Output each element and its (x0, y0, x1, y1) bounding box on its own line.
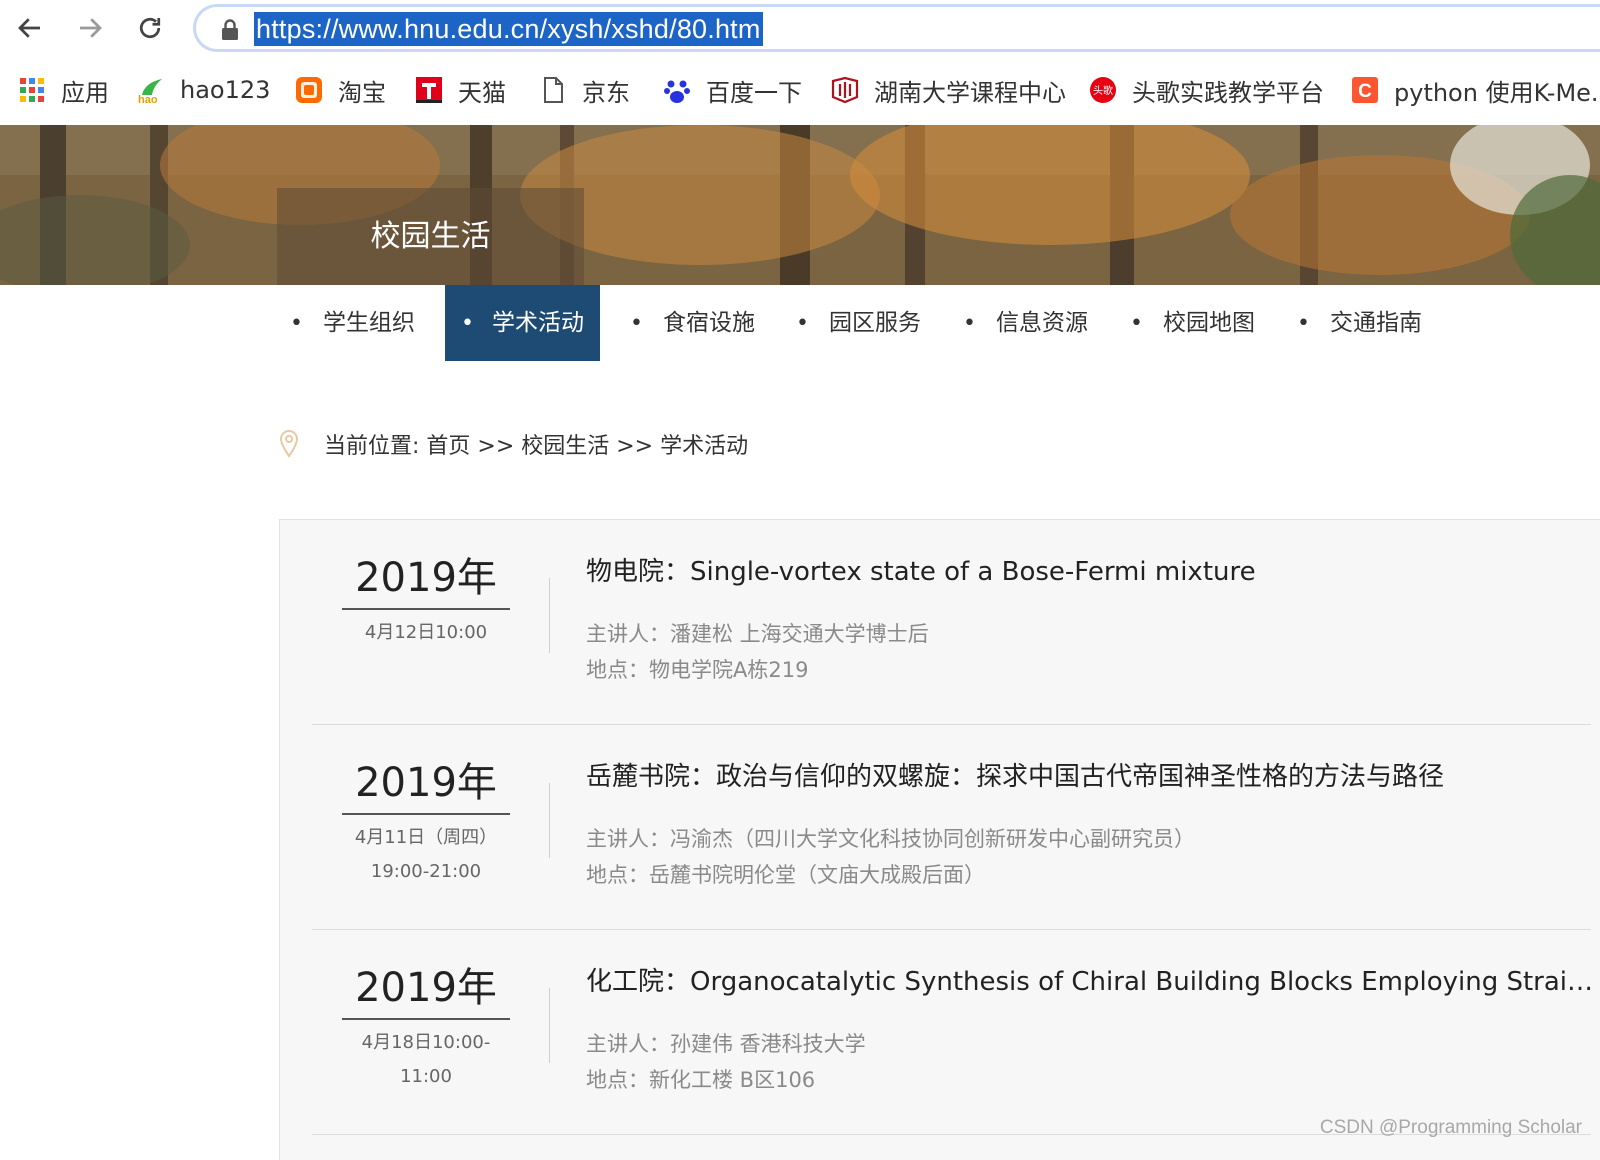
event-year: 2019年 (355, 965, 497, 1011)
sub-navigation: • 学生组织 • 学术活动 • 食宿设施 • 园区服务 • 信息资源 • 校园地图 • 交通指… (278, 285, 1478, 361)
location-pin-icon (279, 429, 299, 458)
url-text[interactable]: https://www.hnu.edu.cn/xysh/xshd/80.htm (254, 12, 763, 46)
event-year: 2019年 (355, 555, 497, 601)
svg-text:C: C (1358, 81, 1372, 102)
svg-text:头歌: 头歌 (1093, 84, 1113, 97)
bookmark-hao123[interactable]: hao hao123 (136, 70, 270, 110)
bookmark-label: 淘宝 (338, 78, 386, 107)
browser-toolbar: https://www.hnu.edu.cn/xysh/xshd/80.htm (0, 0, 1600, 58)
tab-label: 学术活动 (491, 310, 584, 336)
event-date-line: 4月18日10:00- (361, 1032, 491, 1053)
svg-text:hao: hao (138, 94, 158, 105)
reload-button[interactable] (130, 10, 170, 46)
tab-label: 食宿设施 (662, 310, 755, 336)
event-time-line: 19:00-21:00 (370, 861, 482, 882)
event-meta: 主讲人：潘建松 上海交通大学博士后 地点：物电学院A栋219 (586, 616, 929, 688)
tab-information-resources[interactable]: • 信息资源 (963, 285, 1088, 361)
lock-icon (222, 19, 238, 40)
bookmarks-bar: 应用 hao hao123 淘宝 天猫 京东 百度一下 湖南大学课程中心 头歌 … (0, 62, 1600, 118)
event-date-line: 4月11日（周四） (354, 827, 498, 848)
bookmark-apps[interactable]: 应用 (17, 70, 109, 110)
bookmark-educoder[interactable]: 头歌 头歌实践教学平台 (1088, 70, 1324, 110)
event-location: 地点：岳麓书院明伦堂（文庙大成殿后面） (586, 863, 985, 887)
breadcrumb: 当前位置: 首页 >> 校园生活 >> 学术活动 (278, 424, 748, 464)
event-title[interactable]: 化工院：Organocatalytic Synthesis of Chiral … (586, 960, 1596, 1004)
event-time-line: 11:00 (400, 1066, 452, 1087)
tab-transport-guide[interactable]: • 交通指南 (1297, 285, 1422, 361)
back-button[interactable] (10, 10, 50, 46)
divider (549, 578, 550, 653)
breadcrumb-text[interactable]: 当前位置: 首页 >> 校园生活 >> 学术活动 (324, 428, 748, 460)
forest-backdrop (0, 125, 1600, 285)
bookmark-label: 应用 (61, 78, 109, 107)
event-date-line: 4月12日10:00 (364, 622, 488, 643)
forward-arrow-icon (80, 18, 102, 38)
baidu-paw-icon (662, 75, 692, 105)
event-location: 地点：新化工楼 B区106 (586, 1068, 816, 1092)
event-title[interactable]: 物电院：Single-vortex state of a Bose-Fermi … (586, 550, 1596, 594)
event-speaker: 主讲人：孙建伟 香港科技大学 (586, 1032, 866, 1056)
section-title: 校园生活 (370, 219, 491, 254)
bookmark-label: 京东 (582, 78, 630, 107)
event-title[interactable]: 岳麓书院：政治与信仰的双螺旋：探求中国古代帝国神圣性格的方法与路径 (586, 755, 1596, 799)
event-list: 2019年 4月12日10:00 物电院：Single-vortex state… (279, 519, 1600, 1160)
reload-icon (139, 17, 161, 39)
event-date: 2019年 4月11日（周四） 19:00-21:00 (342, 755, 510, 889)
taobao-icon (294, 75, 324, 105)
event-year: 2019年 (355, 760, 497, 806)
tab-label: 园区服务 (828, 310, 921, 336)
tab-label: 信息资源 (995, 310, 1088, 336)
forward-button[interactable] (70, 10, 110, 46)
bookmark-label: hao123 (180, 76, 271, 104)
tab-campus-map[interactable]: • 校园地图 (1130, 285, 1255, 361)
bookmark-label: python 使用K-Me... (1394, 78, 1600, 107)
bookmark-tmall[interactable]: 天猫 (414, 70, 506, 110)
event-speaker: 主讲人：潘建松 上海交通大学博士后 (586, 622, 929, 646)
tab-dining-housing[interactable]: • 食宿设施 (630, 285, 755, 361)
page-icon (538, 75, 568, 105)
list-item[interactable]: 2019年 4月11日（周四） 19:00-21:00 岳麓书院：政治与信仰的双… (280, 725, 1600, 930)
bookmark-hnu-course[interactable]: 湖南大学课程中心 (830, 70, 1066, 110)
tab-student-organizations[interactable]: • 学生组织 (290, 285, 415, 361)
bookmark-taobao[interactable]: 淘宝 (294, 70, 386, 110)
event-date: 2019年 4月12日10:00 (342, 550, 510, 650)
event-meta: 主讲人：冯渝杰（四川大学文化科技协同创新研发中心副研究员） 地点：岳麓书院明伦堂… (586, 821, 1195, 893)
bookmark-label: 头歌实践教学平台 (1132, 78, 1324, 107)
tab-label: 交通指南 (1329, 310, 1422, 336)
list-item[interactable]: 2019年 4月18日10:00- 11:00 化工院：Organocataly… (280, 930, 1600, 1135)
csdn-c-icon: C (1350, 75, 1380, 105)
hao123-icon: hao (136, 75, 166, 105)
divider (549, 988, 550, 1063)
bookmark-jd[interactable]: 京东 (538, 70, 630, 110)
address-bar[interactable]: https://www.hnu.edu.cn/xysh/xshd/80.htm (193, 4, 1600, 52)
tab-campus-services[interactable]: • 园区服务 (796, 285, 921, 361)
apps-grid-icon (17, 75, 47, 105)
bookmark-baidu[interactable]: 百度一下 (662, 70, 802, 110)
event-date: 2019年 4月18日10:00- 11:00 (342, 960, 510, 1094)
year-underline (342, 608, 510, 610)
year-underline (342, 813, 510, 815)
educoder-icon: 头歌 (1088, 75, 1118, 105)
bookmark-csdn-python[interactable]: C python 使用K-Me... (1350, 70, 1600, 110)
hnu-logo-icon (830, 75, 860, 105)
section-title-box: 校园生活 (277, 188, 584, 285)
bookmark-label: 天猫 (458, 78, 506, 107)
tab-label: 学生组织 (322, 310, 415, 336)
bookmark-label: 湖南大学课程中心 (874, 78, 1066, 107)
tab-academic-activities[interactable]: • 学术活动 (445, 285, 600, 361)
tmall-icon (414, 75, 444, 105)
divider (549, 783, 550, 858)
back-arrow-icon (18, 18, 40, 38)
event-location: 地点：物电学院A栋219 (586, 658, 809, 682)
event-speaker: 主讲人：冯渝杰（四川大学文化科技协同创新研发中心副研究员） (586, 827, 1195, 851)
bookmark-label: 百度一下 (706, 78, 802, 107)
banner-image: 校园生活 (0, 125, 1600, 285)
year-underline (342, 1018, 510, 1020)
watermark: CSDN @Programming Scholar (1319, 1117, 1582, 1138)
event-meta: 主讲人：孙建伟 香港科技大学 地点：新化工楼 B区106 (586, 1026, 866, 1098)
tab-label: 校园地图 (1162, 310, 1255, 336)
list-item[interactable]: 2019年 4月12日10:00 物电院：Single-vortex state… (280, 520, 1600, 725)
